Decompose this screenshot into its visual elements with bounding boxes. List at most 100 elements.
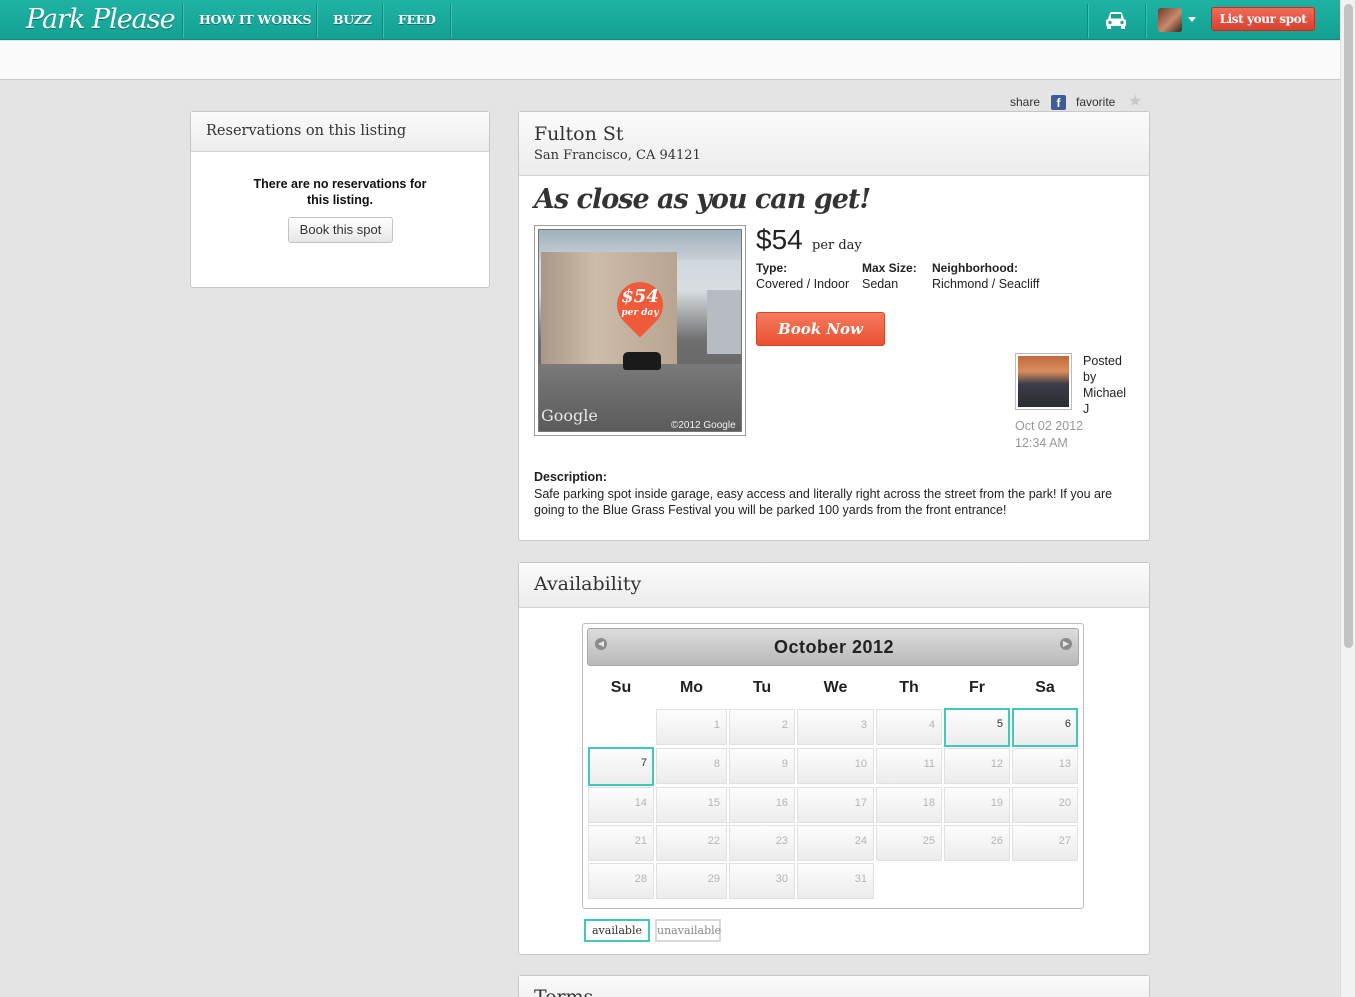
calendar-day: 8 <box>656 748 727 784</box>
calendar-day: 4 <box>876 709 942 745</box>
calendar-day: 22 <box>656 825 727 861</box>
calendar-day: 27 <box>1012 825 1078 861</box>
book-this-spot-button[interactable]: Book this spot <box>288 217 393 243</box>
star-icon[interactable]: ★ <box>1128 94 1142 110</box>
street-view-image: $54 per day Google ©2012 Google <box>538 229 742 432</box>
description-label: Description: <box>534 470 607 484</box>
calendar-day-available[interactable]: 5 <box>944 708 1010 747</box>
photo-badge-unit: per day <box>621 308 659 318</box>
weekday-header: Tu <box>752 679 772 696</box>
photo-badge-price: $54 <box>621 286 659 307</box>
legend-available: available <box>584 919 650 942</box>
calendar-day: 28 <box>588 863 654 899</box>
calendar-day: 25 <box>876 825 942 861</box>
weekday-header: Mo <box>679 679 704 696</box>
calendar-day: 17 <box>797 787 874 823</box>
nav-divider <box>1145 4 1146 38</box>
listing-street: Fulton St <box>534 123 624 145</box>
nav-divider <box>182 4 183 38</box>
max-size-label: Max Size: <box>862 261 917 275</box>
weekday-header: Th <box>899 679 919 696</box>
list-your-spot-button[interactable]: List your spot <box>1211 7 1315 31</box>
nav-buzz[interactable]: BUZZ <box>333 12 372 27</box>
park-please-logo[interactable]: Park Please <box>26 4 176 35</box>
terms-panel-header: Terms <box>519 976 1149 997</box>
calendar-day: 26 <box>944 825 1010 861</box>
posted-by-line: Posted <box>1083 354 1122 368</box>
reservations-panel: Reservations on this listing There are n… <box>190 111 490 288</box>
chevron-down-icon[interactable] <box>1188 17 1196 22</box>
calendar-day: 16 <box>729 787 795 823</box>
listing-price-unit: per day <box>812 238 862 253</box>
calendar-day: 2 <box>729 709 795 745</box>
user-avatar[interactable] <box>1158 8 1182 32</box>
favorite-link[interactable]: favorite <box>1076 95 1115 109</box>
calendar-month-title: October 2012 <box>773 637 895 657</box>
book-now-button[interactable]: Book Now <box>756 312 885 346</box>
calendar-day: 11 <box>876 748 942 784</box>
weekday-header: Fr <box>969 679 985 696</box>
poster-name[interactable]: Michael <box>1083 385 1126 401</box>
share-link[interactable]: share <box>1010 95 1040 109</box>
poster-avatar[interactable] <box>1015 353 1072 410</box>
building-right <box>707 290 741 354</box>
listing-photo[interactable]: $54 per day Google ©2012 Google <box>534 225 746 436</box>
calendar-day: 21 <box>588 825 654 861</box>
calendar-day: 24 <box>797 825 874 861</box>
calendar-day: 29 <box>656 863 727 899</box>
calendar-day: 9 <box>729 748 795 784</box>
facebook-icon[interactable]: f <box>1051 95 1066 110</box>
description-text: Safe parking spot inside garage, easy ac… <box>534 487 1113 517</box>
poster-photo <box>1018 356 1069 407</box>
neighborhood-value: Richmond / Seacliff <box>932 277 1040 291</box>
photo-copyright: ©2012 Google <box>671 420 736 431</box>
type-label: Type: <box>756 261 788 275</box>
calendar-day: 23 <box>729 825 795 861</box>
top-navigation-bar: Park Please HOW IT WORKS BUZZ FEED List … <box>0 0 1340 40</box>
listing-city: San Francisco, CA 94121 <box>534 148 701 163</box>
calendar-day: 14 <box>588 787 654 823</box>
car-icon[interactable] <box>1104 10 1128 30</box>
max-size-value: Sedan <box>862 277 899 291</box>
neighborhood-label: Neighborhood: <box>932 261 1018 275</box>
listing-headline: As close as you can get! <box>534 184 871 215</box>
calendar-day: 18 <box>876 787 942 823</box>
legend-unavailable: unavailable <box>655 919 721 942</box>
nav-feed[interactable]: FEED <box>398 12 436 27</box>
nav-how-it-works[interactable]: HOW IT WORKS <box>199 12 312 27</box>
page-scrollbar[interactable] <box>1340 0 1355 997</box>
reservations-panel-header: Reservations on this listing <box>191 112 489 152</box>
nav-divider <box>316 4 317 38</box>
reservations-title: Reservations on this listing <box>206 123 407 139</box>
calendar-day: 30 <box>729 863 795 899</box>
calendar-day: 31 <box>797 863 874 899</box>
nav-divider <box>1087 4 1088 38</box>
parked-car <box>623 352 661 370</box>
poster-name[interactable]: J <box>1083 401 1126 417</box>
weekday-header: We <box>823 679 848 696</box>
sub-header-bar <box>0 41 1340 80</box>
calendar-day: 12 <box>944 748 1010 784</box>
google-watermark: Google <box>541 406 598 425</box>
no-reservations-message: There are no reservations for this listi… <box>253 177 427 207</box>
calendar-day: 13 <box>1012 748 1078 784</box>
weekday-header: Sa <box>1035 679 1055 696</box>
nav-divider <box>450 4 451 38</box>
type-value: Covered / Indoor <box>756 277 850 291</box>
scrollbar-thumb[interactable] <box>1344 4 1353 648</box>
calendar-day: 19 <box>944 787 1010 823</box>
calendar-day-available[interactable]: 7 <box>588 747 654 786</box>
posted-by: Posted by Michael J <box>1083 353 1126 417</box>
calendar-day: 15 <box>656 787 727 823</box>
calendar-day: 20 <box>1012 787 1078 823</box>
terms-title: Terms <box>534 986 594 997</box>
listing-panel-header: Fulton St San Francisco, CA 94121 <box>519 112 1149 176</box>
calendar-header: ◀ October 2012 ▶ <box>587 628 1079 666</box>
terms-panel: Terms <box>518 975 1150 997</box>
nav-divider <box>382 4 383 38</box>
calendar-day: 10 <box>797 748 874 784</box>
calendar-day: 3 <box>797 709 874 745</box>
posted-time: 12:34 AM <box>1015 436 1068 450</box>
next-month-icon[interactable]: ▶ <box>1060 638 1072 650</box>
calendar-day-available[interactable]: 6 <box>1012 708 1078 747</box>
